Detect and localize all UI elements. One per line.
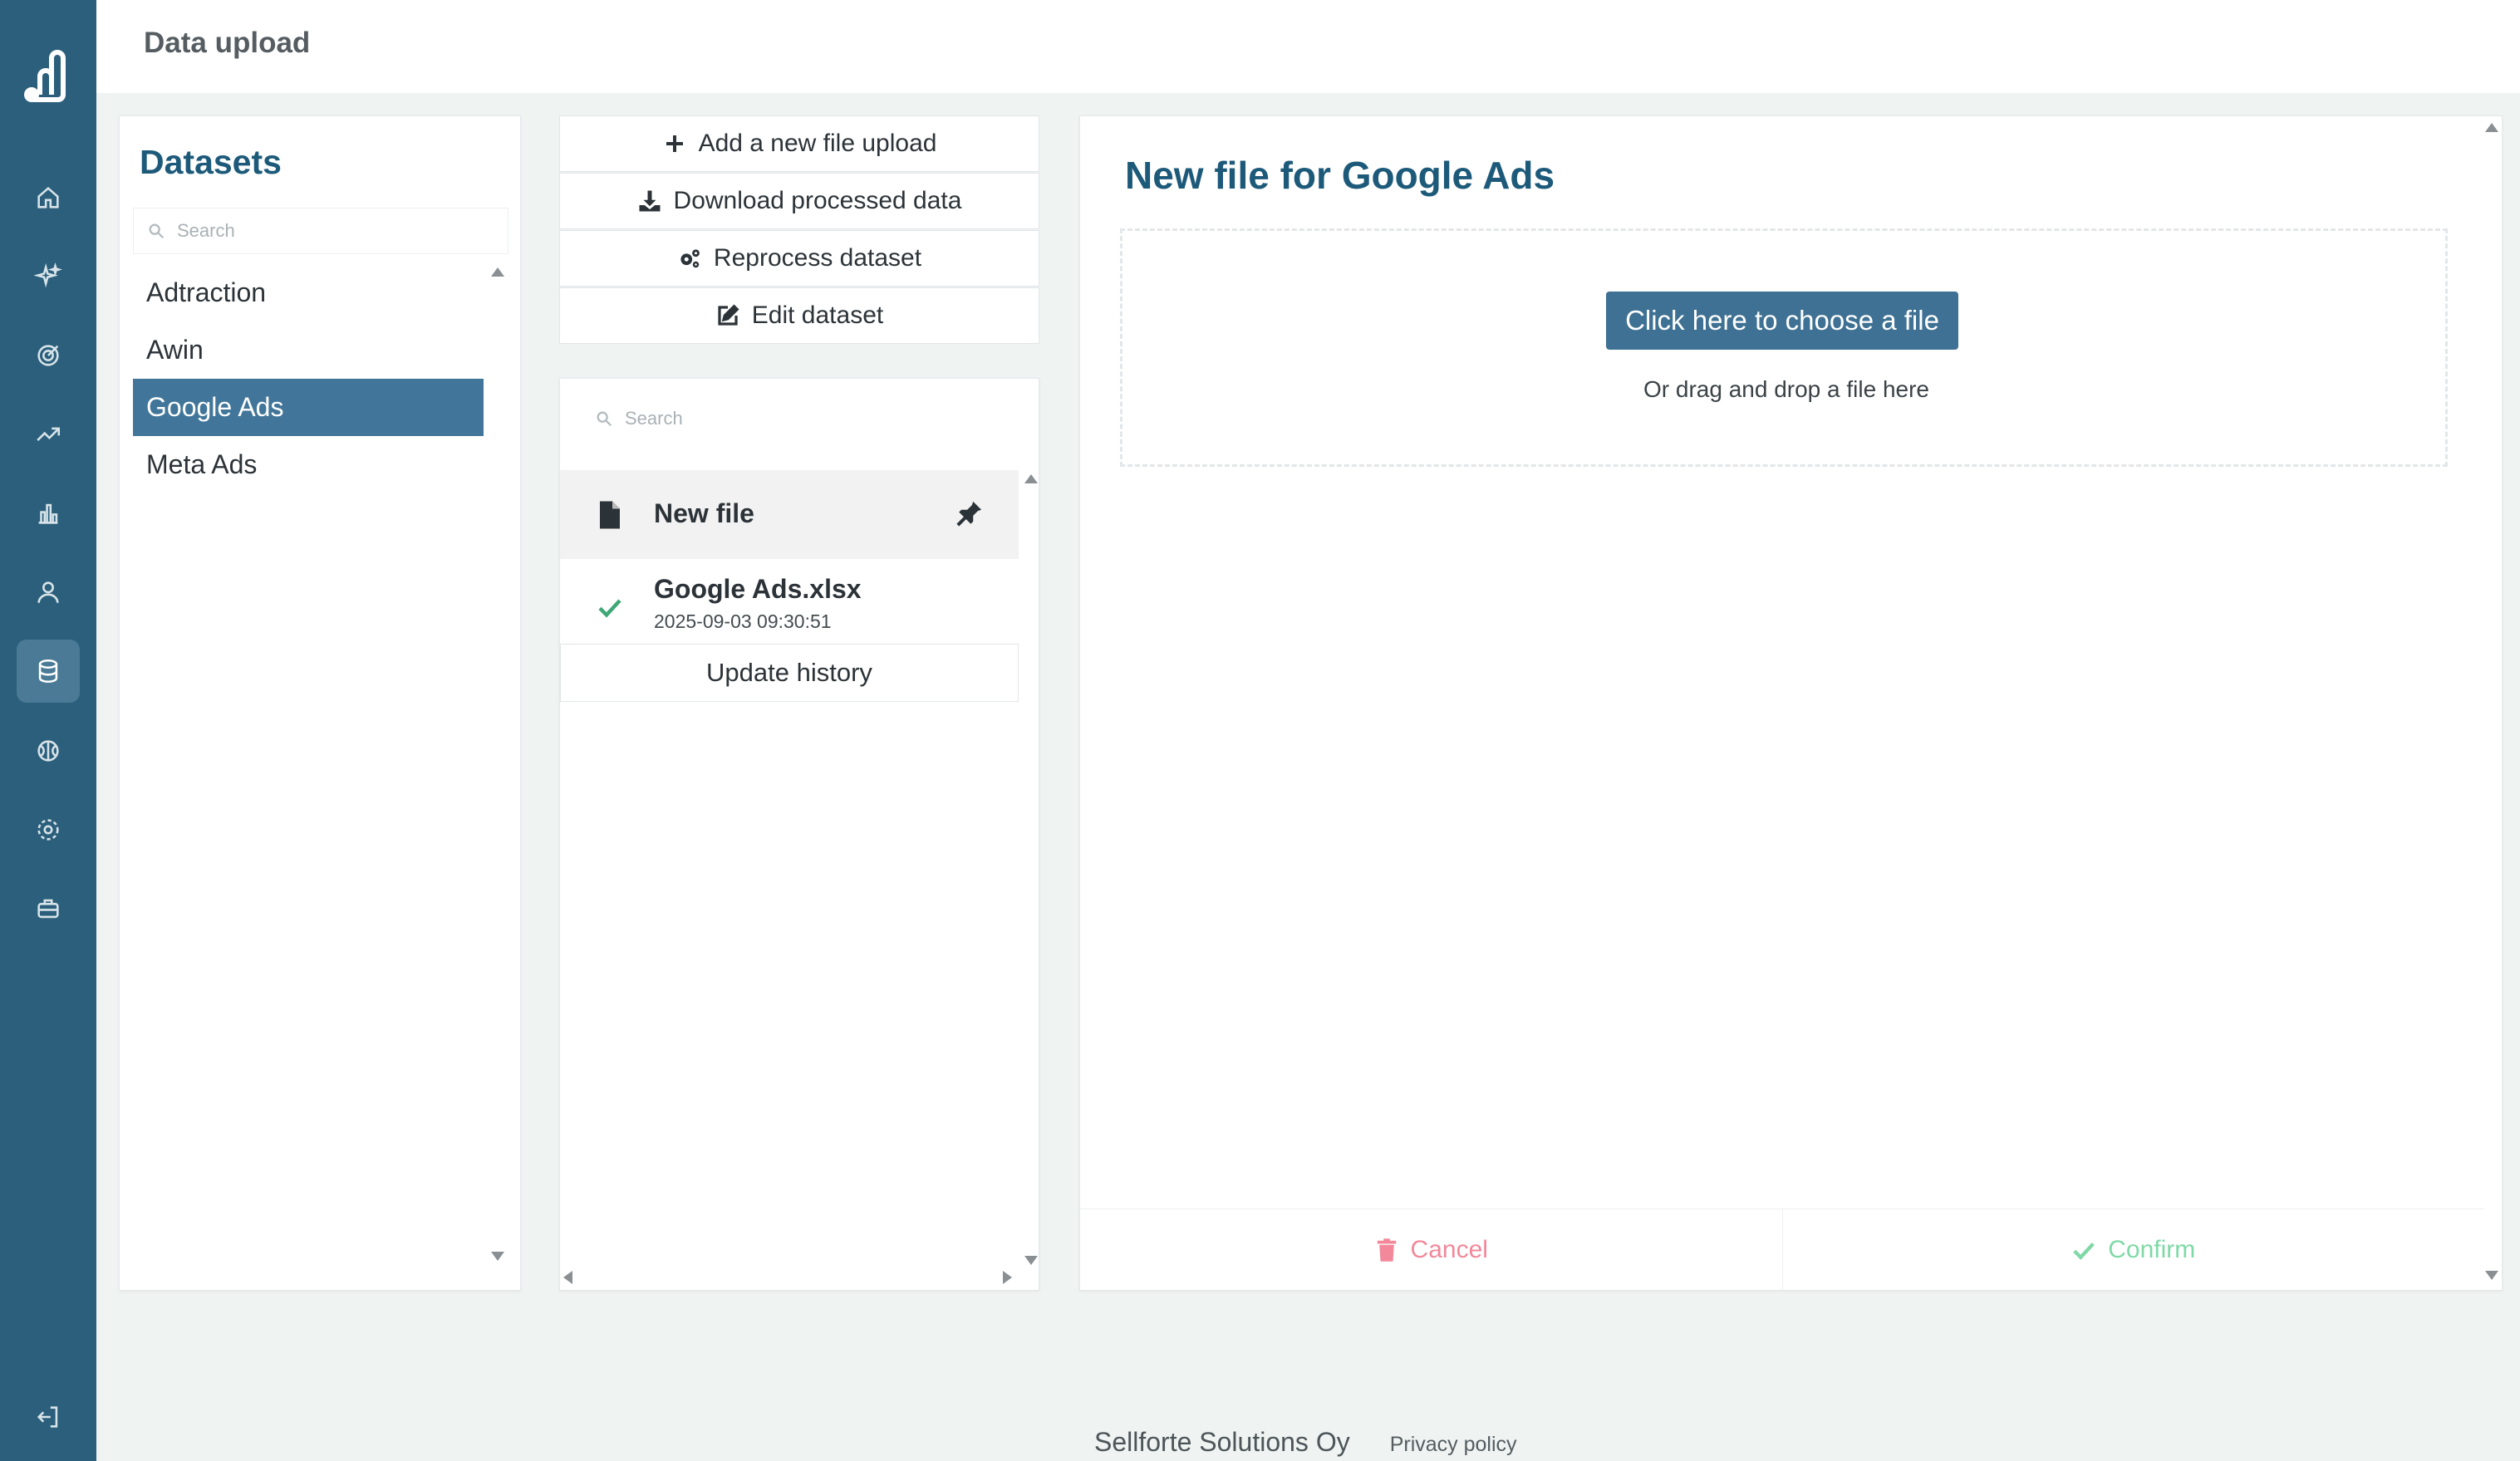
confirm-button[interactable]: Confirm <box>1781 1209 2485 1291</box>
company-name: Sellforte Solutions Oy <box>1094 1427 1350 1457</box>
update-history-button[interactable]: Update history <box>560 644 1019 702</box>
page-title: Data upload <box>144 27 311 59</box>
search-icon <box>597 411 612 427</box>
add-file-upload-button[interactable]: Add a new file upload <box>559 115 1039 172</box>
nav-home-icon[interactable] <box>17 166 80 229</box>
check-icon <box>598 599 621 618</box>
files-search[interactable] <box>582 395 997 442</box>
dataset-item-awin[interactable]: Awin <box>133 321 484 379</box>
confirm-label: Confirm <box>2108 1236 2196 1263</box>
datasets-scrollbar[interactable] <box>489 267 505 1261</box>
trash-icon <box>1377 1238 1396 1262</box>
download-icon <box>639 190 661 212</box>
logout-icon[interactable] <box>17 1385 80 1449</box>
plus-icon <box>666 135 683 152</box>
pin-icon[interactable] <box>955 498 984 528</box>
choose-file-button[interactable]: Click here to choose a file <box>1606 292 1958 350</box>
search-icon <box>149 223 165 239</box>
datasets-panel: Datasets Adtraction Awin Google Ads Meta… <box>119 115 521 1291</box>
nav-database-icon[interactable] <box>17 640 80 703</box>
nav-sparkles-icon[interactable] <box>17 245 80 308</box>
gears-icon <box>680 249 700 268</box>
drop-hint: Or drag and drop a file here <box>1643 376 1929 402</box>
edit-icon <box>718 304 739 326</box>
nav-briefcase-icon[interactable] <box>17 877 80 940</box>
file-history-item[interactable]: Google Ads.xlsx 2025-09-03 09:30:51 <box>560 559 1019 648</box>
new-file-row[interactable]: New file <box>560 470 1019 559</box>
check-icon <box>2073 1243 2095 1260</box>
scroll-down-icon[interactable] <box>2485 1271 2498 1280</box>
nav-target-icon[interactable] <box>17 324 80 387</box>
add-file-upload-label: Add a new file upload <box>698 130 937 157</box>
reprocess-dataset-button[interactable]: Reprocess dataset <box>559 230 1039 287</box>
dataset-item-meta-ads[interactable]: Meta Ads <box>133 436 484 493</box>
scroll-down-icon[interactable] <box>1024 1256 1038 1265</box>
nav-trend-icon[interactable] <box>17 403 80 466</box>
upload-panel: New file for Google Ads Click here to ch… <box>1079 115 2503 1291</box>
files-search-input[interactable] <box>625 408 957 429</box>
scroll-up-icon[interactable] <box>2485 123 2498 132</box>
nav-bar-chart-icon[interactable] <box>17 482 80 545</box>
upload-heading: New file for Google Ads <box>1125 154 1555 197</box>
dataset-item-google-ads[interactable]: Google Ads <box>133 379 484 436</box>
new-file-label: New file <box>654 498 754 528</box>
cancel-label: Cancel <box>1410 1236 1488 1263</box>
upload-panel-scrollbar[interactable] <box>2483 123 2499 1280</box>
dataset-item-adtraction[interactable]: Adtraction <box>133 264 484 321</box>
file-icon <box>600 501 620 528</box>
cancel-button[interactable]: Cancel <box>1080 1209 1782 1291</box>
edit-dataset-button[interactable]: Edit dataset <box>559 287 1039 344</box>
scroll-down-icon[interactable] <box>491 1252 504 1261</box>
scroll-up-icon[interactable] <box>1024 474 1038 483</box>
reprocess-dataset-label: Reprocess dataset <box>713 244 922 272</box>
scroll-left-icon[interactable] <box>563 1271 572 1284</box>
file-name: Google Ads.xlsx <box>654 574 862 604</box>
scroll-right-icon[interactable] <box>1003 1271 1012 1284</box>
nav-brain-icon[interactable] <box>17 719 80 782</box>
edit-dataset-label: Edit dataset <box>751 302 884 329</box>
nav-user-icon[interactable] <box>17 561 80 624</box>
nav-gear-icon[interactable] <box>17 798 80 861</box>
dataset-list: Adtraction Awin Google Ads Meta Ads <box>133 264 484 493</box>
file-dropzone[interactable]: Click here to choose a file Or drag and … <box>1120 228 2448 467</box>
upload-actions: Cancel Confirm <box>1080 1209 2484 1291</box>
sellforte-logo-icon[interactable] <box>22 48 75 105</box>
files-panel: New file Google Ads.xlsx 2025-09-03 09:3… <box>559 378 1039 1291</box>
scroll-up-icon[interactable] <box>491 267 504 277</box>
files-scrollbar[interactable] <box>1022 474 1039 1265</box>
top-bar: Data upload <box>96 0 2520 93</box>
download-processed-button[interactable]: Download processed data <box>559 173 1039 229</box>
page-footer: Sellforte Solutions Oy Privacy policy <box>1094 1427 1517 1458</box>
privacy-policy-link[interactable]: Privacy policy <box>1390 1433 1517 1457</box>
datasets-search[interactable] <box>133 208 508 254</box>
file-timestamp: 2025-09-03 09:30:51 <box>654 610 832 632</box>
files-horizontal-scrollbar[interactable] <box>563 1269 1012 1286</box>
nav-rail <box>0 0 96 1461</box>
download-processed-label: Download processed data <box>673 187 962 214</box>
datasets-heading: Datasets <box>140 143 282 181</box>
datasets-search-input[interactable] <box>177 220 476 242</box>
